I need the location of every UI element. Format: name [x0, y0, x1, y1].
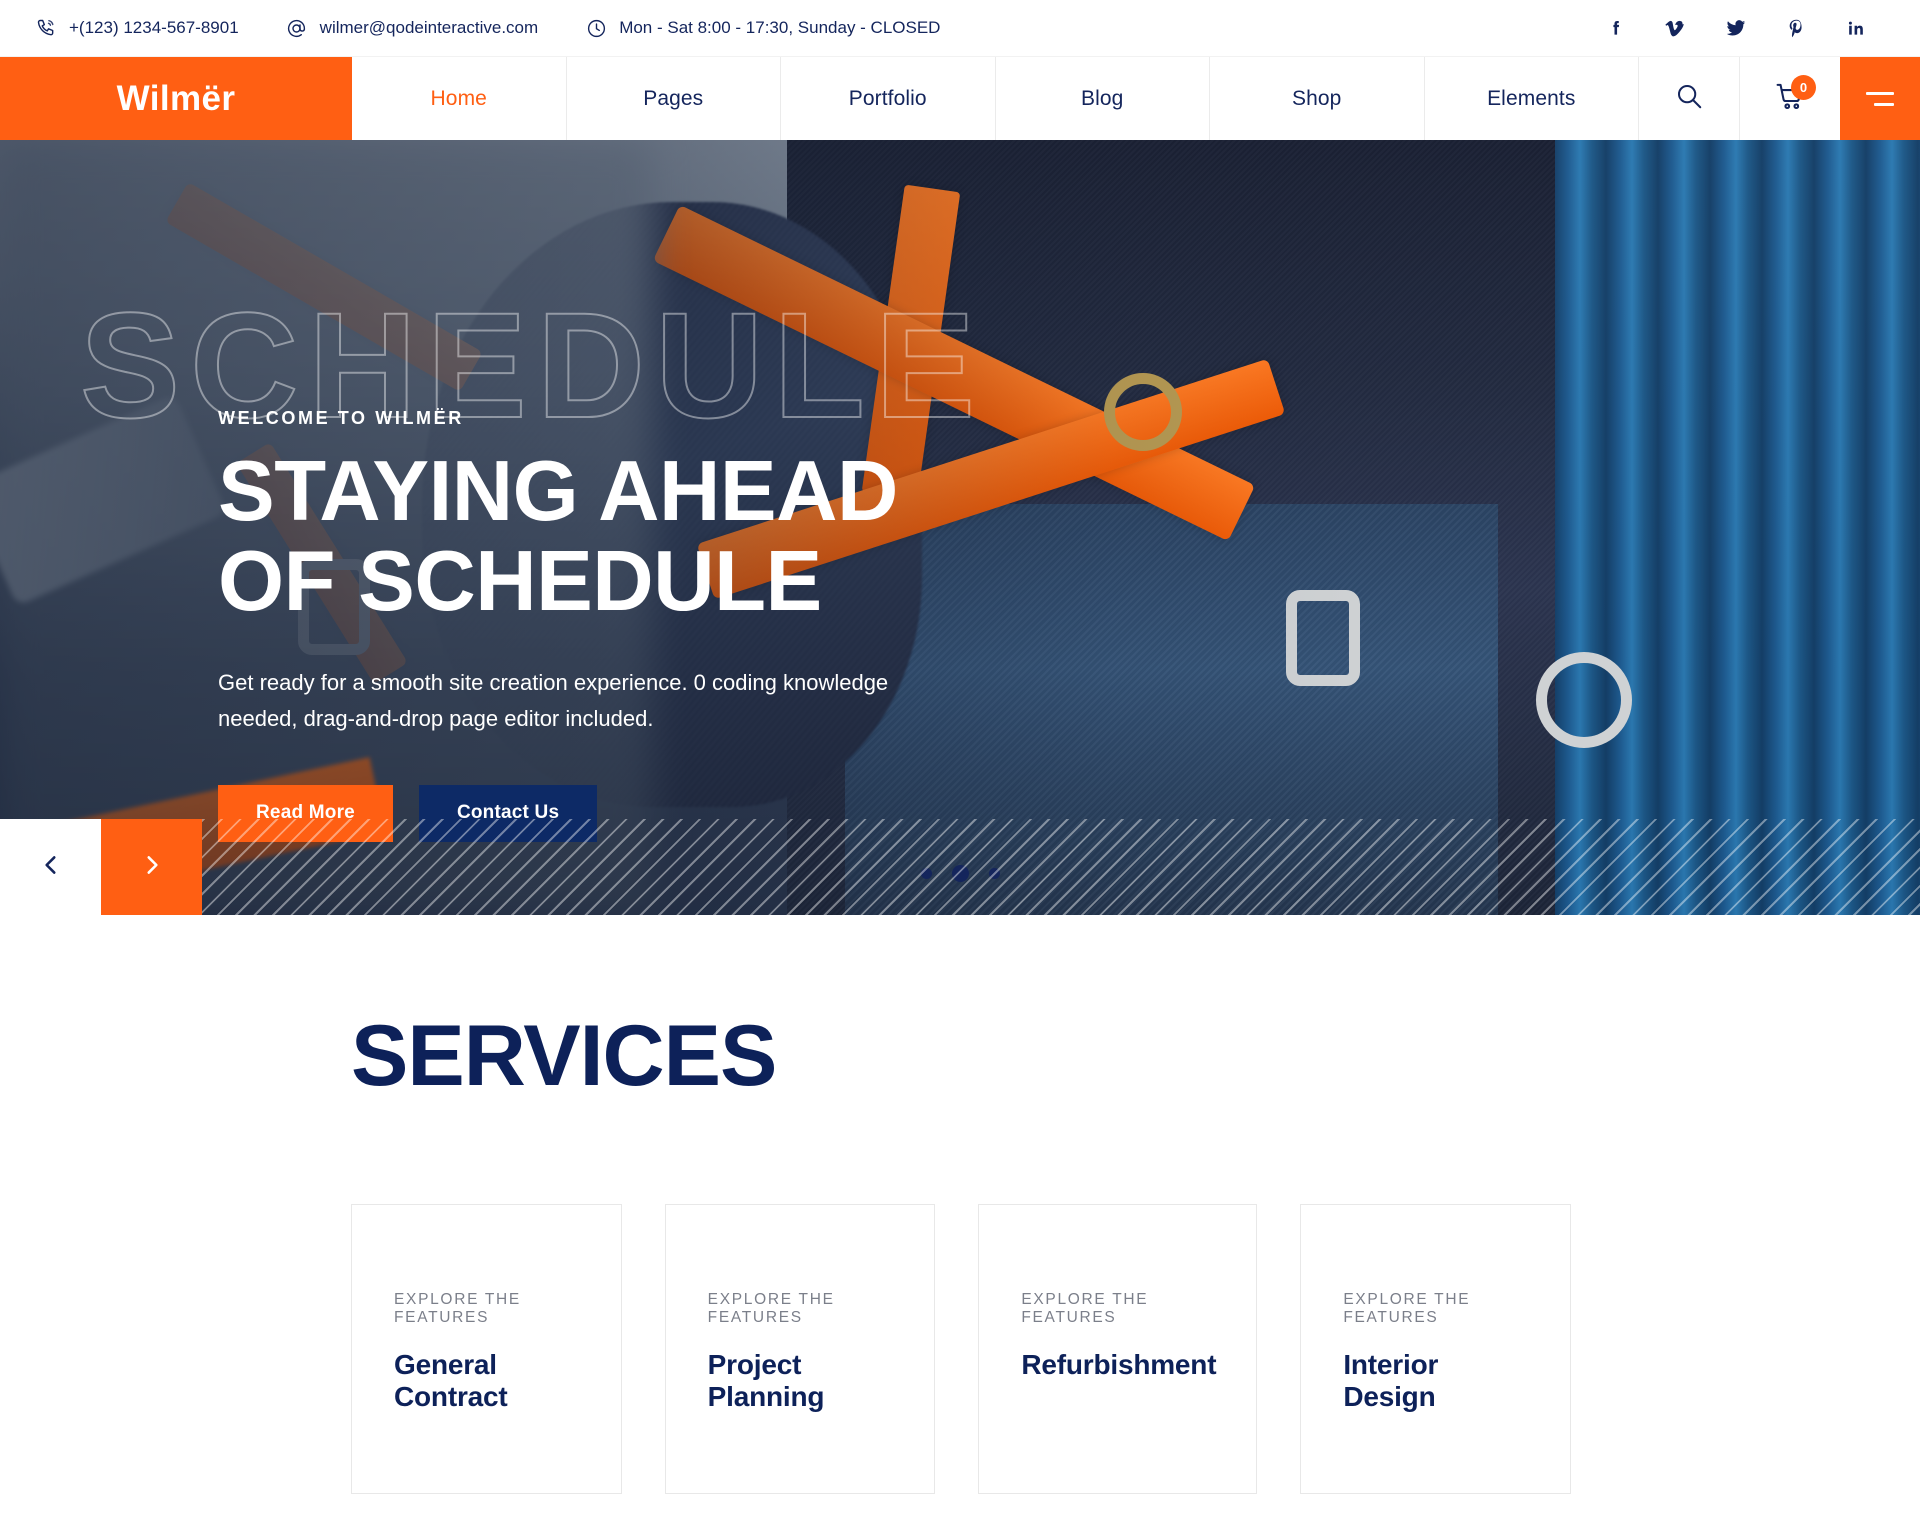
service-card-title: Project Planning	[707, 1349, 825, 1412]
hero-slider-controls	[0, 819, 1920, 915]
hero-title-line-2: OF SCHEDULE	[218, 534, 822, 630]
hours-info: Mon - Sat 8:00 - 17:30, Sunday - CLOSED	[584, 16, 940, 40]
logo-text: Wilmër	[116, 78, 236, 118]
services-grid: EXPLORE THE FEATURES General Contract EX…	[351, 1204, 1571, 1494]
hero-stripe-pattern	[0, 819, 1920, 915]
service-card-eyebrow: EXPLORE THE FEATURES	[1343, 1291, 1471, 1326]
service-card-title: Interior Design	[1343, 1349, 1439, 1412]
chevron-left-icon	[38, 852, 64, 883]
business-hours: Mon - Sat 8:00 - 17:30, Sunday - CLOSED	[619, 18, 941, 37]
nav-item-label: Elements	[1487, 86, 1576, 110]
service-card-title: Refurbishment	[1021, 1349, 1217, 1380]
nav-item-label: Pages	[643, 86, 704, 110]
facebook-icon[interactable]	[1586, 13, 1646, 43]
slider-prev-button[interactable]	[0, 819, 101, 915]
service-card-title: General Contract	[394, 1349, 508, 1412]
pinterest-icon[interactable]	[1766, 13, 1826, 43]
service-card-eyebrow: EXPLORE THE FEATURES	[707, 1291, 835, 1326]
twitter-icon[interactable]	[1706, 13, 1766, 43]
clock-icon	[584, 16, 608, 40]
email-address: wilmer@qodeinteractive.com	[319, 18, 539, 37]
top-bar: +(123) 1234-567-8901 wilmer@qodeinteract…	[0, 0, 1920, 57]
main-navigation: Wilmër Home Pages Portfolio Blog Shop El…	[0, 57, 1920, 140]
services-container: SERVICES EXPLORE THE FEATURES General Co…	[174, 1013, 1746, 1494]
at-sign-icon	[285, 16, 309, 40]
service-card-project-planning[interactable]: EXPLORE THE FEATURES Project Planning	[664, 1204, 936, 1494]
nav-item-pages[interactable]: Pages	[565, 57, 781, 140]
nav-item-label: Portfolio	[848, 86, 927, 110]
nav-item-elements[interactable]: Elements	[1423, 57, 1639, 140]
nav-item-label: Shop	[1292, 86, 1342, 110]
service-card-eyebrow: EXPLORE THE FEATURES	[1021, 1291, 1149, 1326]
service-card-eyebrow: EXPLORE THE FEATURES	[394, 1291, 521, 1326]
nav-item-home[interactable]: Home	[352, 57, 566, 140]
nav-menu: Home Pages Portfolio Blog Shop Elements	[352, 57, 1638, 140]
hero-title-line-1: STAYING AHEAD	[218, 444, 898, 539]
logo[interactable]: Wilmër	[0, 57, 352, 140]
service-card-interior-design[interactable]: EXPLORE THE FEATURES Interior Design	[1300, 1204, 1571, 1494]
services-heading: SERVICES	[351, 1008, 777, 1104]
hero-subtitle: Get ready for a smooth site creation exp…	[218, 670, 889, 732]
nav-item-portfolio[interactable]: Portfolio	[780, 57, 995, 140]
top-bar-contact-group: +(123) 1234-567-8901 wilmer@qodeinteract…	[34, 16, 986, 40]
hero-content: WELCOME TO WILMËR STAYING AHEAD OF SCHED…	[218, 408, 1118, 842]
nav-item-label: Home	[430, 86, 487, 110]
social-links	[1586, 13, 1886, 43]
menu-toggle-button[interactable]	[1840, 57, 1920, 140]
search-icon	[1674, 81, 1704, 116]
hero-slider: SCHEDULE WELCOME TO WILMËR STAYING AHEAD…	[0, 140, 1920, 915]
nav-item-shop[interactable]: Shop	[1209, 57, 1424, 140]
phone-number: +(123) 1234-567-8901	[69, 18, 239, 37]
services-section: SERVICES EXPLORE THE FEATURES General Co…	[0, 915, 1920, 1494]
search-button[interactable]	[1638, 57, 1739, 140]
nav-item-label: Blog	[1081, 86, 1124, 110]
chevron-right-icon	[139, 852, 165, 883]
phone-icon	[34, 16, 58, 40]
hamburger-icon	[1866, 91, 1894, 106]
hero-eyebrow: WELCOME TO WILMËR	[218, 408, 464, 428]
cart-button[interactable]: 0	[1739, 57, 1840, 140]
hero-title: STAYING AHEAD OF SCHEDULE	[218, 444, 1118, 630]
vimeo-icon[interactable]	[1646, 13, 1706, 43]
slider-next-button[interactable]	[101, 819, 202, 915]
service-card-general-contract[interactable]: EXPLORE THE FEATURES General Contract	[351, 1204, 622, 1494]
nav-item-blog[interactable]: Blog	[994, 57, 1210, 140]
cart-count-badge: 0	[1791, 75, 1816, 100]
linkedin-icon[interactable]	[1826, 13, 1886, 43]
service-card-refurbishment[interactable]: EXPLORE THE FEATURES Refurbishment	[978, 1204, 1258, 1494]
phone-contact[interactable]: +(123) 1234-567-8901	[34, 16, 239, 40]
email-contact[interactable]: wilmer@qodeinteractive.com	[285, 16, 539, 40]
